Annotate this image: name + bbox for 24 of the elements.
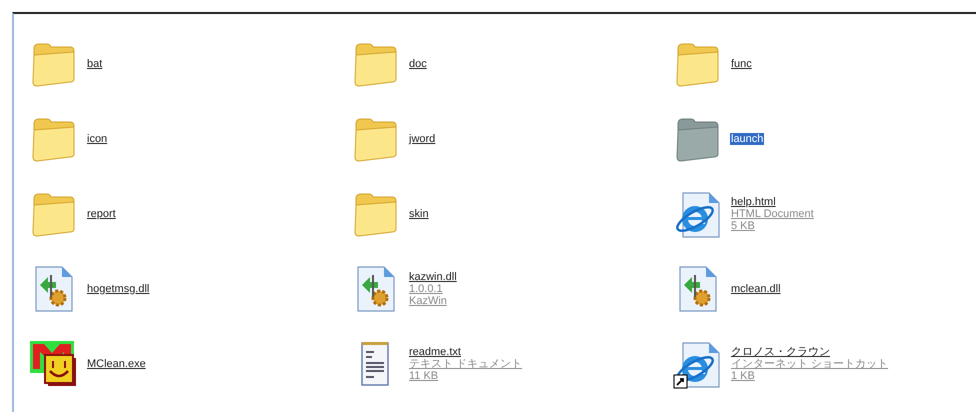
file-name[interactable]: func (730, 58, 753, 70)
file-name[interactable]: help.html (730, 196, 777, 208)
file-name[interactable]: mclean.dll (730, 282, 782, 294)
file-detail: KazWin (408, 294, 448, 306)
file-detail: 5 KB (730, 220, 756, 232)
file-detail: インターネット ショートカット (730, 358, 890, 370)
file-name[interactable]: jword (408, 132, 436, 144)
file-detail: 1 KB (730, 370, 756, 382)
smiley-app-icon (30, 340, 78, 386)
file-detail: 1.0.0.1 (408, 282, 444, 294)
file-detail: 11 KB (408, 370, 440, 382)
file-name[interactable]: skin (408, 208, 430, 220)
file-name[interactable]: doc (408, 58, 428, 70)
file-name[interactable]: kazwin.dll (408, 270, 458, 282)
file-name[interactable]: クロノス・クラウン (730, 346, 831, 358)
file-detail: テキスト ドキュメント (408, 358, 524, 370)
file-name[interactable]: readme.txt (408, 346, 462, 358)
file-name[interactable]: icon (86, 132, 108, 144)
file-detail: HTML Document (730, 208, 815, 220)
file-name[interactable]: MClean.exe (86, 358, 147, 370)
file-name[interactable]: launch (730, 132, 764, 144)
file-name[interactable]: bat (86, 58, 104, 70)
file-name[interactable]: report (86, 208, 117, 220)
file-name[interactable]: hogetmsg.dll (86, 282, 150, 294)
